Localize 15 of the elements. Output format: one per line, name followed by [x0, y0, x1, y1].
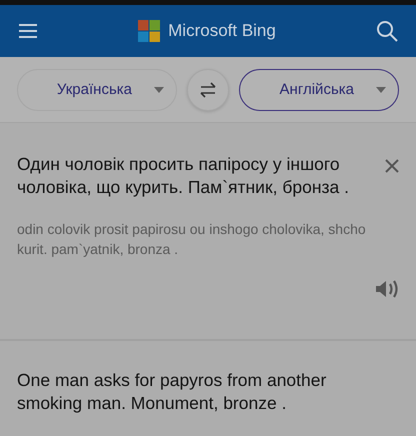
source-text: Один чоловік просить папіросу у іншого чоловіка, що курить. Пам`ятник, бронза . — [17, 153, 350, 199]
search-icon[interactable] — [376, 20, 398, 42]
logo-icon — [138, 20, 160, 42]
swap-icon — [198, 80, 218, 98]
menu-icon[interactable] — [18, 23, 38, 39]
app-title: Microsoft Bing — [168, 21, 276, 41]
language-dropdown[interactable]: Англійська — [239, 68, 399, 110]
caret-icon — [376, 86, 386, 92]
caret-icon — [154, 86, 164, 92]
close-icon[interactable] — [385, 159, 399, 173]
speaker-icon[interactable] — [375, 279, 399, 299]
language-dropdown[interactable]: Українська — [17, 68, 177, 110]
transliteration-text: odin colovik prosit papirosu ou inshogo cholovika, shcho kurit. pam`yatnik, bronza . — [17, 220, 367, 259]
translation-text: One man asks for papyros from another smoking man. Monument, bronze . — [17, 369, 328, 415]
swap-button[interactable] — [187, 68, 229, 110]
